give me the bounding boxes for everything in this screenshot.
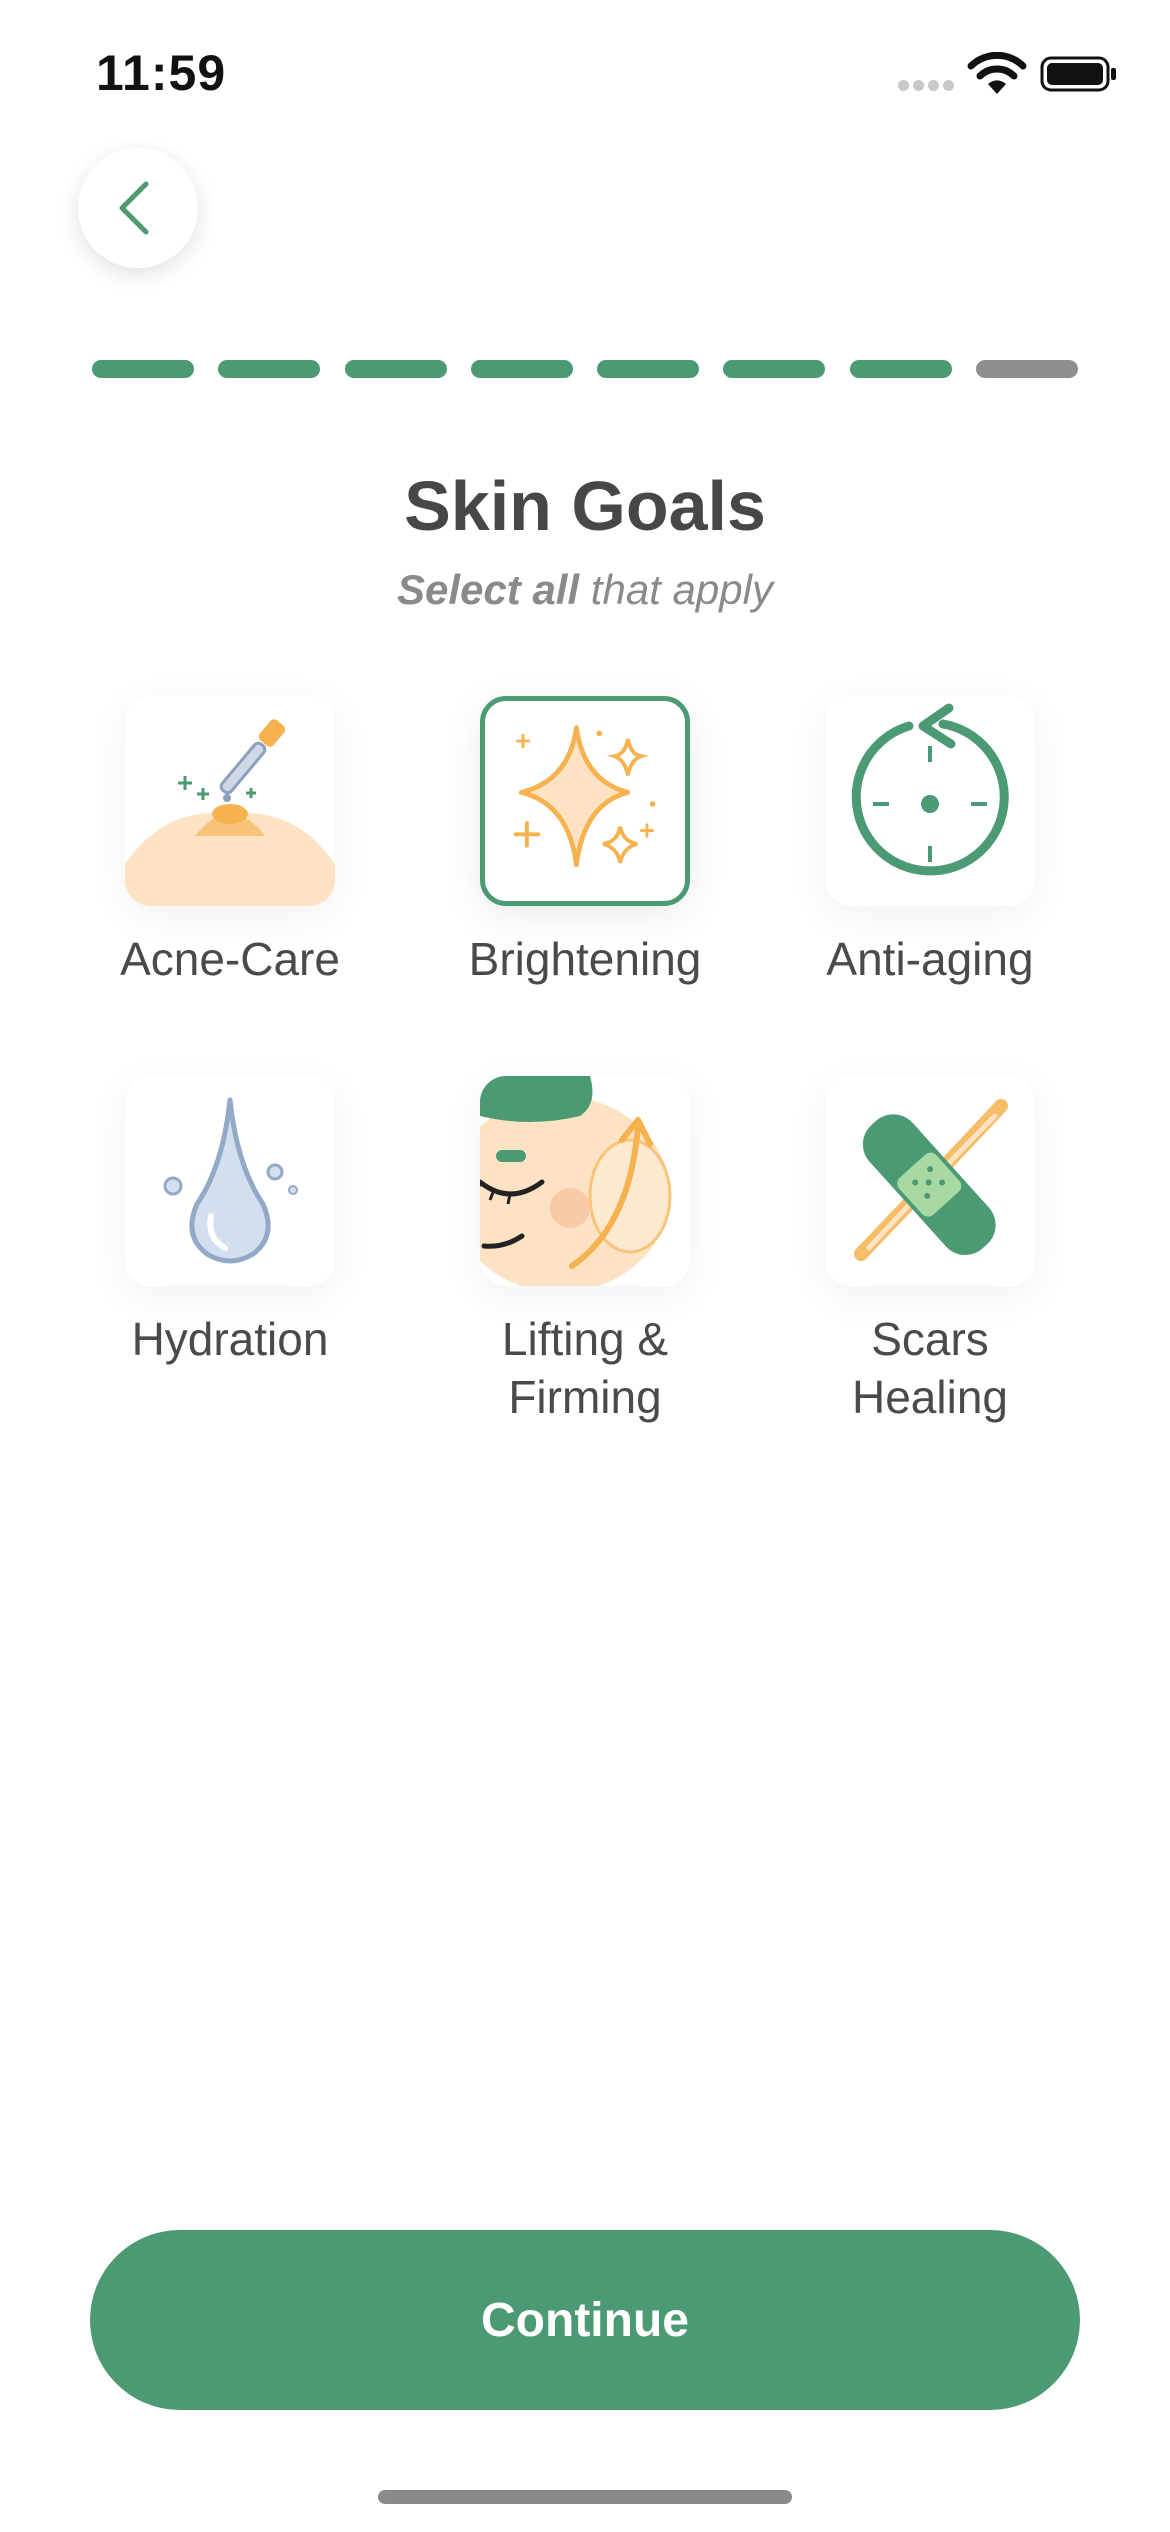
goal-card[interactable] [825,1076,1035,1286]
progress-step [597,360,700,378]
status-time: 11:59 [96,45,227,101]
continue-button[interactable]: Continue [90,2230,1080,2410]
status-bar: 11:59 [0,0,1170,140]
goal-card[interactable] [125,1076,335,1286]
goal-card[interactable] [480,1076,690,1286]
goal-label: Hydration [131,1313,329,1365]
acne-dropper-icon [125,719,335,906]
goal-option-anti-aging[interactable]: Anti-aging [765,696,1095,988]
goal-option-hydration[interactable]: Hydration [65,1076,395,1368]
water-drop-icon [163,1097,298,1264]
face-lift-icon [480,1076,672,1286]
progress-step [723,360,826,378]
goal-card[interactable] [480,696,690,906]
goal-card[interactable] [125,696,335,906]
page-subtitle: Select all that apply [0,566,1170,614]
chevron-left-icon [119,181,149,235]
wifi-icon [967,52,1027,94]
sparkle-icon [513,725,656,868]
progress-step [849,360,952,378]
subtitle-rest: that apply [579,566,773,613]
progress-step [344,360,447,378]
goal-label: Acne-Care [120,933,340,985]
home-indicator[interactable] [378,2490,792,2504]
back-button[interactable] [78,148,198,268]
goal-option-acne-care[interactable]: Acne-Care [65,696,395,988]
progress-step [218,360,321,378]
page-title: Skin Goals [404,467,766,545]
cellular-signal-icon [898,78,958,91]
progress-step [92,360,194,378]
goal-label: Brightening [468,933,702,985]
goal-card[interactable] [825,696,1035,906]
goal-label: Lifting & Firming [501,1313,669,1423]
goal-label: Anti-aging [826,933,1034,985]
progress-step [470,360,573,378]
goal-option-brightening[interactable]: Brightening [420,696,750,988]
goal-label: Scars Healing [852,1313,1008,1423]
progress-step [975,360,1078,378]
progress-indicator [92,360,1078,378]
clock-reverse-icon [851,703,1009,876]
subtitle-bold: Select all [397,566,580,613]
bandage-icon [854,1099,1008,1261]
goal-option-scars-healing[interactable]: Scars Healing [765,1076,1095,1426]
battery-icon [1040,56,1116,92]
goal-option-lifting-firming[interactable]: Lifting & Firming [420,1076,750,1426]
